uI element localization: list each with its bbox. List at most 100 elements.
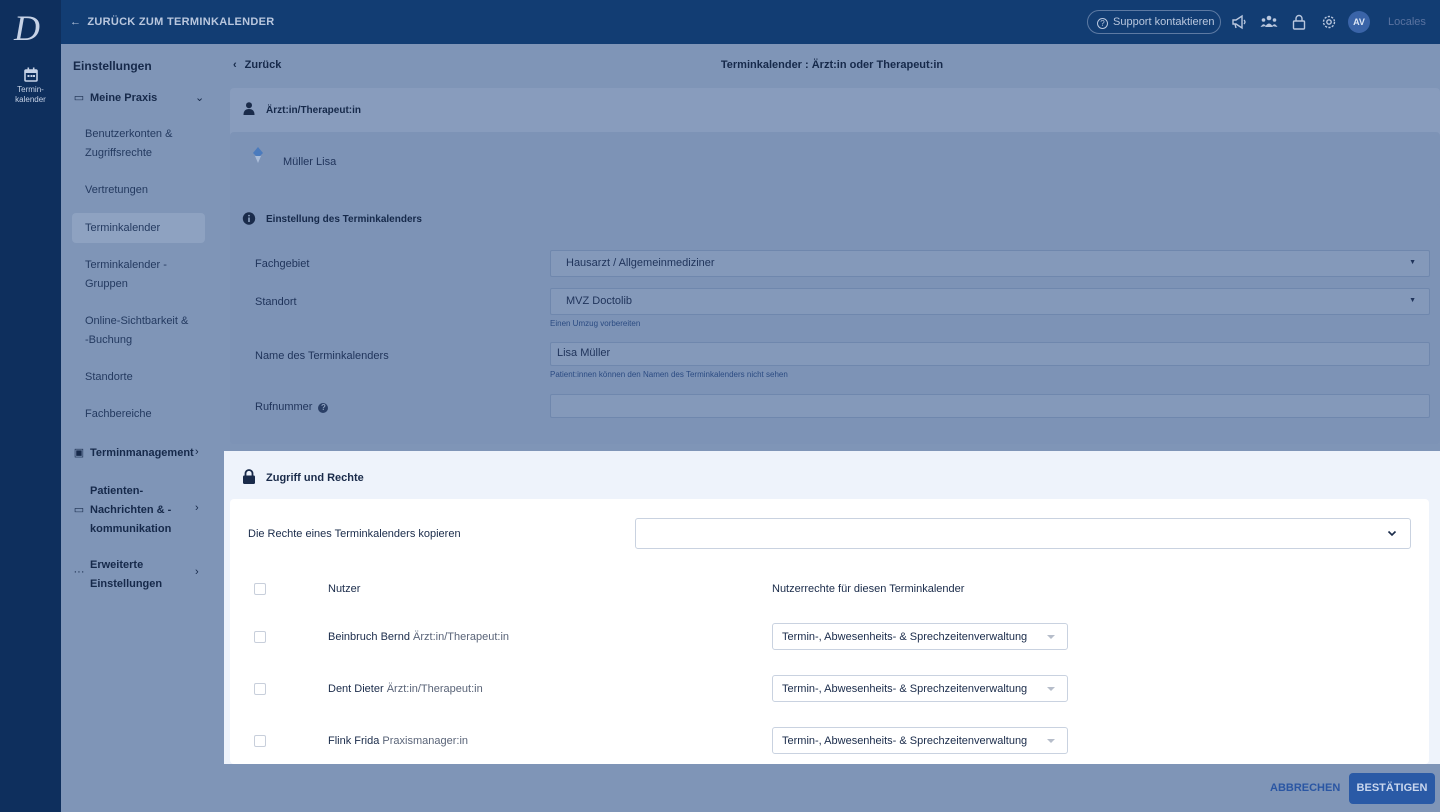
calendar-small-icon: ▣ bbox=[73, 447, 85, 459]
user-rights-value: Termin-, Abwesenheits- & Sprechzeitenver… bbox=[782, 631, 1028, 643]
sidebar-item-online-sichtbarkeit[interactable]: Online-Sichtbarkeit & -Buchung bbox=[72, 312, 205, 350]
settings-section-title: Einstellung des Terminkalenders bbox=[242, 212, 422, 225]
calendar-name-input[interactable]: Lisa Müller bbox=[550, 342, 1430, 366]
calendar-name-hint: Patient:innen können den Namen des Termi… bbox=[550, 370, 788, 379]
table-row-user: Flink Frida Praxismanager:in bbox=[328, 735, 468, 747]
settings-section-label: Einstellung des Terminkalenders bbox=[266, 214, 422, 225]
top-bar: ← ZURÜCK ZUM TERMINKALENDER ? Support kont… bbox=[61, 0, 1440, 44]
sidebar-group-label: Patienten-Nachrichten & -kommunikation bbox=[90, 485, 172, 535]
user-row-checkbox[interactable] bbox=[254, 683, 266, 695]
confirm-button[interactable]: BESTÄTIGEN bbox=[1349, 773, 1435, 804]
access-section-label: Zugriff und Rechte bbox=[266, 472, 364, 484]
sidebar-group-label: Terminmanagement bbox=[90, 447, 194, 459]
sidebar-title: Einstellungen bbox=[73, 59, 152, 73]
user-rights-value: Termin-, Abwesenheits- & Sprechzeitenver… bbox=[782, 683, 1028, 695]
user-row-checkbox[interactable] bbox=[254, 631, 266, 643]
phone-label: Rufnummer? bbox=[255, 401, 329, 413]
rights-column-header: Nutzerrechte für diesen Terminkalender bbox=[772, 583, 965, 595]
user-name: Beinbruch Bernd bbox=[328, 631, 410, 643]
megaphone-icon[interactable] bbox=[1230, 13, 1248, 31]
select-all-checkbox[interactable] bbox=[254, 583, 266, 595]
user-name: Dent Dieter bbox=[328, 683, 384, 695]
access-section-title: Zugriff und Rechte bbox=[242, 469, 364, 484]
copy-rights-label: Die Rechte eines Terminkalenders kopiere… bbox=[248, 528, 461, 540]
fachgebiet-value: Hausarzt / Allgemeinmediziner bbox=[566, 257, 715, 269]
standort-value: MVZ Doctolib bbox=[566, 295, 633, 307]
user-role: Ärzt:in/Therapeut:in bbox=[386, 683, 483, 695]
sidebar-item-vertretungen[interactable]: Vertretungen bbox=[72, 181, 205, 200]
doctor-avatar-icon bbox=[253, 147, 263, 163]
arrow-left-icon: ← bbox=[70, 16, 82, 28]
sidebar-group-meine-praxis[interactable]: ▭ Meine Praxis ⌄ bbox=[73, 91, 204, 104]
fachgebiet-label: Fachgebiet bbox=[255, 258, 310, 270]
sidebar-item-fachbereiche[interactable]: Fachbereiche bbox=[72, 405, 205, 424]
doctor-section-title: Ärzt:in/Therapeut:in bbox=[242, 102, 361, 116]
team-icon[interactable] bbox=[1260, 13, 1278, 31]
sidebar-group-erweitert[interactable]: ··· Erweiterte Einstellungen › bbox=[73, 556, 213, 594]
dropdown-arrow-icon: ▼ bbox=[1409, 259, 1416, 266]
gear-icon[interactable] bbox=[1320, 13, 1338, 31]
chevron-right-icon: › bbox=[195, 566, 199, 578]
user-rights-select[interactable]: Termin-, Abwesenheits- & Sprechzeitenver… bbox=[772, 623, 1068, 650]
calendar-name-label: Name des Terminkalenders bbox=[255, 350, 389, 362]
user-rights-value: Termin-, Abwesenheits- & Sprechzeitenver… bbox=[782, 735, 1028, 747]
info-icon bbox=[242, 212, 256, 225]
dropdown-arrow-icon: ▼ bbox=[1409, 297, 1416, 304]
table-row-user: Dent Dieter Ärzt:in/Therapeut:in bbox=[328, 683, 483, 695]
doctolib-logo[interactable]: D bbox=[14, 10, 46, 46]
standort-hint-link[interactable]: Einen Umzug vorbereiten bbox=[550, 319, 640, 328]
table-row-user: Beinbruch Bernd Ärzt:in/Therapeut:in bbox=[328, 631, 509, 643]
help-icon[interactable]: ? bbox=[318, 403, 329, 413]
sidebar-group-patienten[interactable]: ▭ Patienten-Nachrichten & -kommunikation… bbox=[73, 482, 213, 539]
phone-input[interactable] bbox=[550, 394, 1430, 418]
lock-icon bbox=[243, 469, 255, 484]
sidebar-item-standorte[interactable]: Standorte bbox=[72, 368, 205, 387]
sidebar-item-terminkalender[interactable]: Terminkalender bbox=[72, 213, 205, 243]
doctor-name: Müller Lisa bbox=[283, 156, 337, 168]
sidebar-group-terminmanagement[interactable]: ▣ Terminmanagement › bbox=[73, 446, 199, 459]
rail-calendar-button[interactable]: Termin- kalender bbox=[0, 60, 61, 120]
dropdown-arrow-icon bbox=[1047, 739, 1055, 743]
user-role: Praxismanager:in bbox=[382, 735, 468, 747]
chevron-down-icon: ⌄ bbox=[195, 92, 205, 104]
cancel-button[interactable]: ABBRECHEN bbox=[1270, 782, 1340, 794]
chevron-right-icon: › bbox=[195, 502, 199, 514]
sidebar-group-label: Meine Praxis bbox=[90, 92, 158, 104]
app-rail: D Termin- kalender bbox=[0, 0, 61, 812]
lock-icon[interactable] bbox=[1290, 13, 1308, 31]
user-role: Ärzt:in/Therapeut:in bbox=[413, 631, 510, 643]
dropdown-arrow-icon bbox=[1047, 635, 1055, 639]
practice-icon: ▭ bbox=[73, 92, 85, 104]
chat-icon: ▭ bbox=[73, 504, 85, 516]
chevron-right-icon: › bbox=[195, 446, 199, 458]
settings-card: Einstellung des Terminkalenders Fachgebi… bbox=[230, 204, 1440, 444]
user-name: Flink Frida bbox=[328, 735, 380, 747]
avatar[interactable]: AV bbox=[1348, 11, 1370, 33]
support-button[interactable]: ? Support kontaktieren bbox=[1087, 10, 1221, 34]
standort-label: Standort bbox=[255, 296, 297, 308]
standort-select[interactable]: MVZ Doctolib ▼ bbox=[550, 288, 1430, 315]
access-panel: Die Rechte eines Terminkalenders kopiere… bbox=[230, 499, 1429, 764]
fachgebiet-select[interactable]: Hausarzt / Allgemeinmediziner ▼ bbox=[550, 250, 1430, 277]
rail-calendar-label-2: kalender bbox=[15, 95, 46, 104]
footer-bar: ABBRECHEN BESTÄTIGEN bbox=[217, 764, 1440, 812]
support-label: Support kontaktieren bbox=[1113, 16, 1215, 28]
person-icon bbox=[243, 102, 255, 115]
sidebar-item-benutzerkonten[interactable]: Benutzerkonten & Zugriffsrechte bbox=[72, 125, 205, 163]
sidebar-group-label: Erweiterte Einstellungen bbox=[90, 559, 163, 590]
user-row-checkbox[interactable] bbox=[254, 735, 266, 747]
settings-sidebar: Einstellungen ▭ Meine Praxis ⌄ Benutzerko… bbox=[61, 44, 217, 812]
phone-label-text: Rufnummer bbox=[255, 401, 313, 413]
copy-rights-select[interactable] bbox=[635, 518, 1411, 549]
user-rights-select[interactable]: Termin-, Abwesenheits- & Sprechzeitenver… bbox=[772, 675, 1068, 702]
chevron-down-icon bbox=[1387, 530, 1397, 537]
locales-link[interactable]: Locales bbox=[1388, 16, 1426, 28]
user-rights-select[interactable]: Termin-, Abwesenheits- & Sprechzeitenver… bbox=[772, 727, 1068, 754]
calendar-icon bbox=[23, 67, 38, 82]
question-icon: ? bbox=[1097, 18, 1108, 29]
back-to-calendar-link[interactable]: ← ZURÜCK ZUM TERMINKALENDER bbox=[70, 16, 274, 28]
rail-calendar-label-1: Termin- bbox=[17, 85, 44, 94]
page-title: Terminkalender : Ärzt:in oder Therapeut:… bbox=[720, 59, 944, 71]
sidebar-item-terminkalender-gruppen[interactable]: Terminkalender - Gruppen bbox=[72, 256, 205, 294]
dropdown-arrow-icon bbox=[1047, 687, 1055, 691]
